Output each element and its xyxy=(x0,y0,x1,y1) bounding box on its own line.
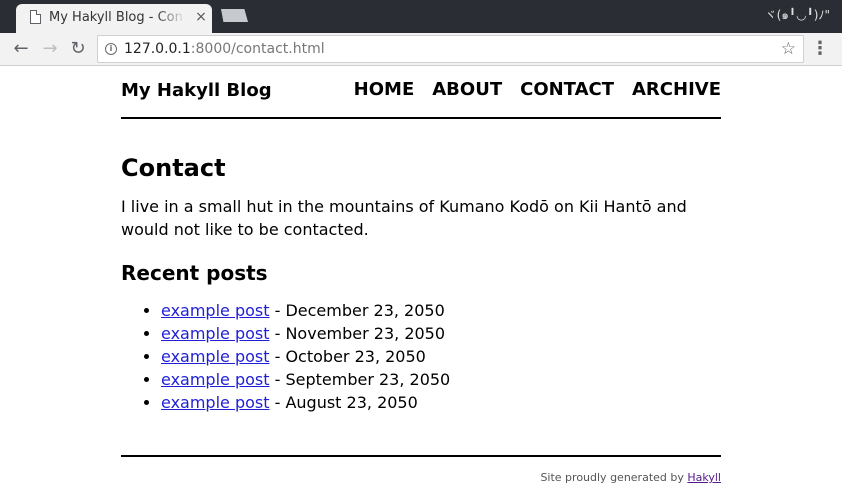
list-item: example post - October 23, 2050 xyxy=(161,345,721,368)
list-item: example post - December 23, 2050 xyxy=(161,299,721,322)
post-date: - September 23, 2050 xyxy=(269,370,451,389)
post-link[interactable]: example post xyxy=(161,324,270,343)
recent-posts-heading: Recent posts xyxy=(121,261,268,285)
browser-tab[interactable]: My Hakyll Blog - Contact × xyxy=(16,4,212,33)
address-bar[interactable]: i 127.0.0.1:8000/contact.html ☆ xyxy=(97,35,804,63)
bookmark-star-icon[interactable]: ☆ xyxy=(781,39,796,59)
browser-menu-icon[interactable]: ⋮ xyxy=(810,36,830,62)
post-date: - December 23, 2050 xyxy=(269,301,445,320)
post-date: - November 23, 2050 xyxy=(269,324,446,343)
list-item: example post - November 23, 2050 xyxy=(161,322,721,345)
nav-about-link[interactable]: ABOUT xyxy=(432,79,502,100)
post-link[interactable]: example post xyxy=(161,370,270,389)
profile-label: ヾ(๑╹◡╹)ﾉ" xyxy=(764,8,830,22)
page-title: Contact xyxy=(121,154,226,182)
site-nav: HOME ABOUT CONTACT ARCHIVE xyxy=(354,79,721,100)
site-footer: Site proudly generated by Hakyll xyxy=(121,455,721,489)
browser-toolbar: ← → ↻ i 127.0.0.1:8000/contact.html ☆ ⋮ xyxy=(0,33,842,66)
close-tab-icon[interactable]: × xyxy=(193,9,209,25)
site-header: My Hakyll Blog HOME ABOUT CONTACT ARCHIV… xyxy=(121,66,721,119)
new-tab-button[interactable] xyxy=(221,9,248,22)
post-link[interactable]: example post xyxy=(161,347,270,366)
post-date: - October 23, 2050 xyxy=(269,347,426,366)
recent-posts-list: example post - December 23, 2050 example… xyxy=(121,299,721,414)
list-item: example post - August 23, 2050 xyxy=(161,391,721,414)
site-info-icon[interactable]: i xyxy=(105,43,117,55)
nav-home-link[interactable]: HOME xyxy=(354,79,415,100)
forward-button[interactable]: → xyxy=(38,36,62,62)
nav-archive-link[interactable]: ARCHIVE xyxy=(632,79,721,100)
post-link[interactable]: example post xyxy=(161,301,270,320)
tab-bar: My Hakyll Blog - Contact × ヾ(๑╹◡╹)ﾉ" xyxy=(0,0,842,33)
url-text[interactable]: 127.0.0.1:8000/contact.html xyxy=(124,41,325,57)
page-icon xyxy=(30,10,41,24)
reload-button[interactable]: ↻ xyxy=(66,36,90,62)
post-link[interactable]: example post xyxy=(161,393,270,412)
page-content: My Hakyll Blog HOME ABOUT CONTACT ARCHIV… xyxy=(121,66,721,414)
nav-contact-link[interactable]: CONTACT xyxy=(520,79,614,100)
site-logo-link[interactable]: My Hakyll Blog xyxy=(121,80,272,101)
contact-paragraph: I live in a small hut in the mountains o… xyxy=(121,197,687,239)
post-date: - August 23, 2050 xyxy=(269,393,418,412)
list-item: example post - September 23, 2050 xyxy=(161,368,721,391)
back-button[interactable]: ← xyxy=(9,36,33,62)
footer-text: Site proudly generated by Hakyll xyxy=(540,471,721,484)
hakyll-link[interactable]: Hakyll xyxy=(687,471,721,484)
